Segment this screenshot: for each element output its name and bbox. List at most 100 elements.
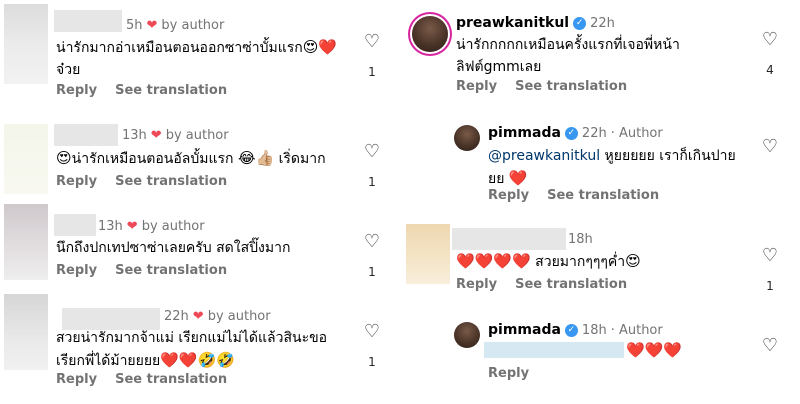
avatar[interactable] <box>4 204 48 280</box>
comment-meta: 13h ❤ by author <box>122 128 229 143</box>
verified-badge-icon: ✓ <box>564 126 578 140</box>
comment-item: 22h ❤ by author สวยน่ารักมากจ้าแม่ เรียก… <box>0 290 395 404</box>
author-tag: · Author <box>610 125 663 141</box>
reply-button[interactable]: Reply <box>488 366 529 381</box>
see-translation-button[interactable]: See translation <box>115 372 227 387</box>
comment-actions: Reply See translation <box>56 263 227 278</box>
redacted-username[interactable] <box>54 214 96 236</box>
left-comment-column: 5h ❤ by author น่ารักมากอ่าเหมือนตอนออกซ… <box>0 0 395 404</box>
comment-meta: 5h ❤ by author <box>126 18 224 33</box>
reply-item: pimmada ✓ 18h · Author ❤️❤️❤️ Reply ♡ <box>400 312 800 404</box>
comment-time[interactable]: 22h <box>590 16 615 31</box>
avatar[interactable] <box>454 125 480 151</box>
comment-text: สวยน่ารักมากจ้าแม่ เรียกแม่ไม่ได้แล้วสิน… <box>56 330 328 369</box>
heart-outline-icon[interactable]: ♡ <box>364 231 380 252</box>
reply-button[interactable]: Reply <box>456 79 497 94</box>
avatar[interactable] <box>454 322 480 348</box>
comment-text: ❤️❤️❤️ <box>626 341 683 359</box>
comment-time[interactable]: 18h <box>582 323 607 338</box>
comment-item: 13h ❤ by author 😍น่ารักเหมือนตอนอัลบั้มแ… <box>0 120 395 210</box>
see-translation-button[interactable]: See translation <box>115 174 227 189</box>
heart-outline-icon[interactable]: ♡ <box>364 141 380 162</box>
comment-actions: Reply See translation <box>56 83 227 98</box>
like-column: ♡ <box>758 137 782 156</box>
comment-actions: Reply <box>488 366 529 381</box>
author-tag: · Author <box>610 322 663 338</box>
liked-by-author-label: by author <box>141 219 205 234</box>
avatar[interactable] <box>412 16 448 52</box>
comment-text: @preawkanitkul หูยยยยย เราก็เกินปาย ยย ❤… <box>488 148 736 187</box>
comment-text: น่ารักกกกกเหมือนครั้งแรกที่เจอพี่หน้า ลิ… <box>456 37 680 75</box>
like-column: ♡ 1 <box>360 141 384 190</box>
redacted-username[interactable] <box>452 228 566 250</box>
reply-button[interactable]: Reply <box>456 277 497 292</box>
heart-filled-icon: ❤ <box>126 219 138 234</box>
heart-outline-icon[interactable]: ♡ <box>762 29 778 50</box>
avatar[interactable] <box>4 294 48 370</box>
comment-time[interactable]: 22h <box>164 309 189 324</box>
comment-time[interactable]: 22h <box>582 126 607 141</box>
like-count[interactable]: 1 <box>758 279 782 293</box>
heart-outline-icon[interactable]: ♡ <box>762 136 778 157</box>
reply-button[interactable]: Reply <box>56 263 97 278</box>
reply-button[interactable]: Reply <box>56 174 97 189</box>
comment-item: preawkanitkul ✓ 22h น่ารักกกกกเหมือนครั้… <box>400 0 800 110</box>
heart-outline-icon[interactable]: ♡ <box>364 321 380 342</box>
comment-actions: Reply See translation <box>56 372 227 387</box>
see-translation-button[interactable]: See translation <box>515 79 627 94</box>
liked-by-author-label: by author <box>207 309 271 324</box>
like-column: ♡ 1 <box>360 231 384 280</box>
mention-link[interactable]: @preawkanitkul <box>488 148 600 164</box>
comment-meta: 22h ❤ by author <box>164 309 271 324</box>
right-comment-column: preawkanitkul ✓ 22h น่ารักกกกกเหมือนครั้… <box>400 0 800 404</box>
reply-button[interactable]: Reply <box>56 372 97 387</box>
username-link[interactable]: pimmada <box>488 322 561 338</box>
like-count[interactable]: 1 <box>360 265 384 279</box>
comment-text: ❤️❤️❤️❤️ สวยมากๆๆๆค่ำ😍 <box>456 252 641 270</box>
comment-text: น่ารักมากอ่าเหมือนตอนออกซาซ่าบั้มแรก😍❤️ … <box>56 38 338 78</box>
like-count[interactable]: 1 <box>360 65 384 79</box>
see-translation-button[interactable]: See translation <box>515 277 627 292</box>
comment-item: 18h ❤️❤️❤️❤️ สวยมากๆๆๆค่ำ😍 Reply See tra… <box>400 218 800 308</box>
reply-button[interactable]: Reply <box>488 188 529 203</box>
username-link[interactable]: preawkanitkul <box>456 15 569 31</box>
verified-badge-icon: ✓ <box>564 323 578 337</box>
reply-button[interactable]: Reply <box>56 83 97 98</box>
like-count[interactable]: 4 <box>758 63 782 77</box>
comment-meta: pimmada ✓ 22h · Author <box>488 125 663 141</box>
comment-actions: Reply See translation <box>56 174 227 189</box>
comment-time[interactable]: 13h <box>98 219 123 234</box>
like-count[interactable]: 1 <box>360 175 384 189</box>
reply-item: pimmada ✓ 22h · Author @preawkanitkul หู… <box>400 115 800 210</box>
comment-time[interactable]: 13h <box>122 128 147 143</box>
redacted-mention[interactable] <box>484 342 624 358</box>
avatar[interactable] <box>4 124 48 194</box>
comment-time[interactable]: 18h <box>568 232 593 247</box>
comment-time[interactable]: 5h <box>126 18 143 33</box>
redacted-username[interactable] <box>54 124 118 146</box>
heart-outline-icon[interactable]: ♡ <box>364 31 380 52</box>
see-translation-button[interactable]: See translation <box>115 83 227 98</box>
heart-filled-icon: ❤ <box>192 309 204 324</box>
comment-item: 5h ❤ by author น่ารักมากอ่าเหมือนตอนออกซ… <box>0 0 395 110</box>
comment-meta: 13h ❤ by author <box>98 219 205 234</box>
username-link[interactable]: pimmada <box>488 125 561 141</box>
avatar[interactable] <box>4 4 48 84</box>
like-column: ♡ 1 <box>360 321 384 370</box>
heart-outline-icon[interactable]: ♡ <box>762 245 778 266</box>
comment-actions: Reply See translation <box>488 188 659 203</box>
like-column: ♡ 4 <box>758 29 782 78</box>
see-translation-button[interactable]: See translation <box>115 263 227 278</box>
comment-meta: pimmada ✓ 18h · Author <box>488 322 663 338</box>
heart-outline-icon[interactable]: ♡ <box>762 335 778 356</box>
like-count[interactable]: 1 <box>360 355 384 369</box>
verified-badge-icon: ✓ <box>573 16 587 30</box>
like-column: ♡ 1 <box>360 31 384 80</box>
see-translation-button[interactable]: See translation <box>547 188 659 203</box>
comment-meta: preawkanitkul ✓ 22h <box>456 15 615 31</box>
redacted-username[interactable] <box>54 10 122 32</box>
liked-by-author-label: by author <box>161 18 225 33</box>
like-column: ♡ <box>758 336 782 355</box>
like-column: ♡ 1 <box>758 245 782 294</box>
avatar[interactable] <box>406 224 450 284</box>
